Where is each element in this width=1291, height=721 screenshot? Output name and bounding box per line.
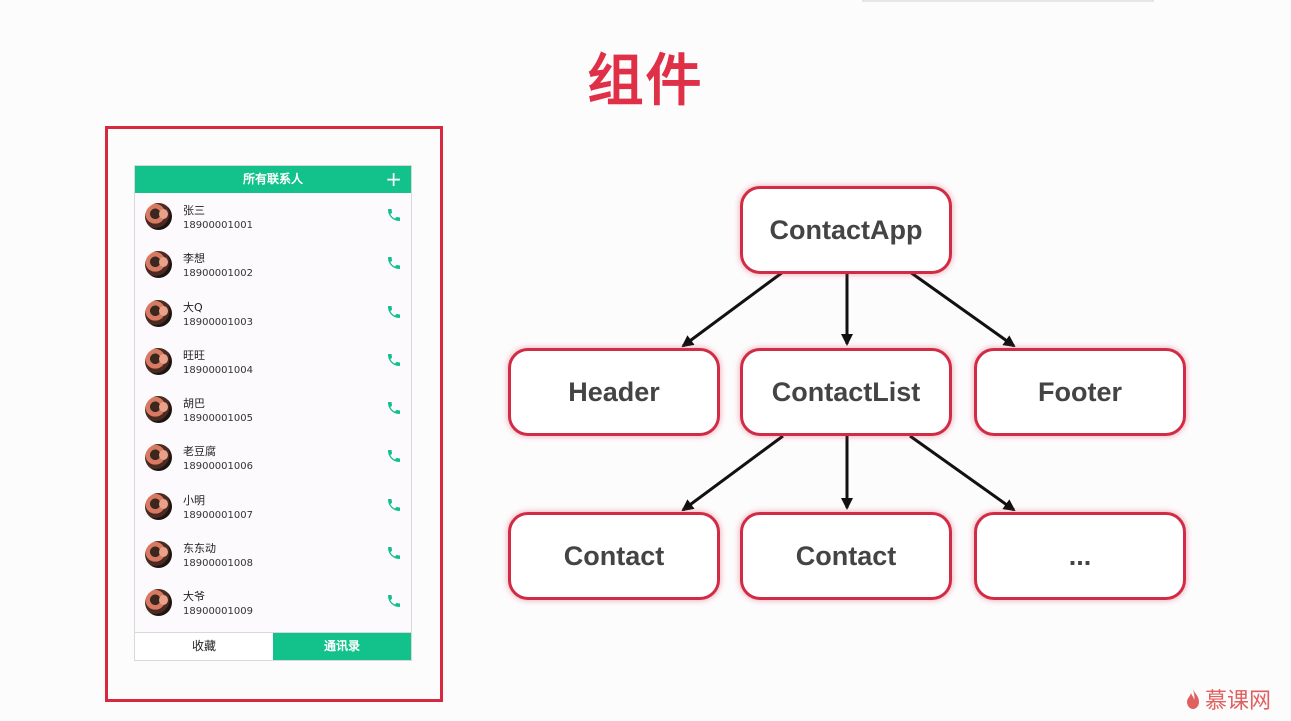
component-tree: ContactApp Header ContactList Footer Con… (0, 0, 1291, 721)
node-footer: Footer (974, 348, 1186, 436)
node-contact: Contact (740, 512, 952, 600)
watermark-text: 慕课网 (1204, 689, 1271, 714)
flame-icon (1186, 689, 1199, 709)
node-ellipsis: ... (974, 512, 1186, 600)
node-contactlist: ContactList (740, 348, 952, 436)
node-header: Header (508, 348, 720, 436)
edge-root-footer (909, 270, 1016, 348)
edge-root-header (681, 270, 784, 348)
edge-list-more (909, 434, 1016, 512)
watermark: 慕课网 (1185, 683, 1271, 715)
node-contact: Contact (508, 512, 720, 600)
edge-list-contact1 (681, 434, 784, 512)
node-contactapp: ContactApp (740, 186, 952, 274)
